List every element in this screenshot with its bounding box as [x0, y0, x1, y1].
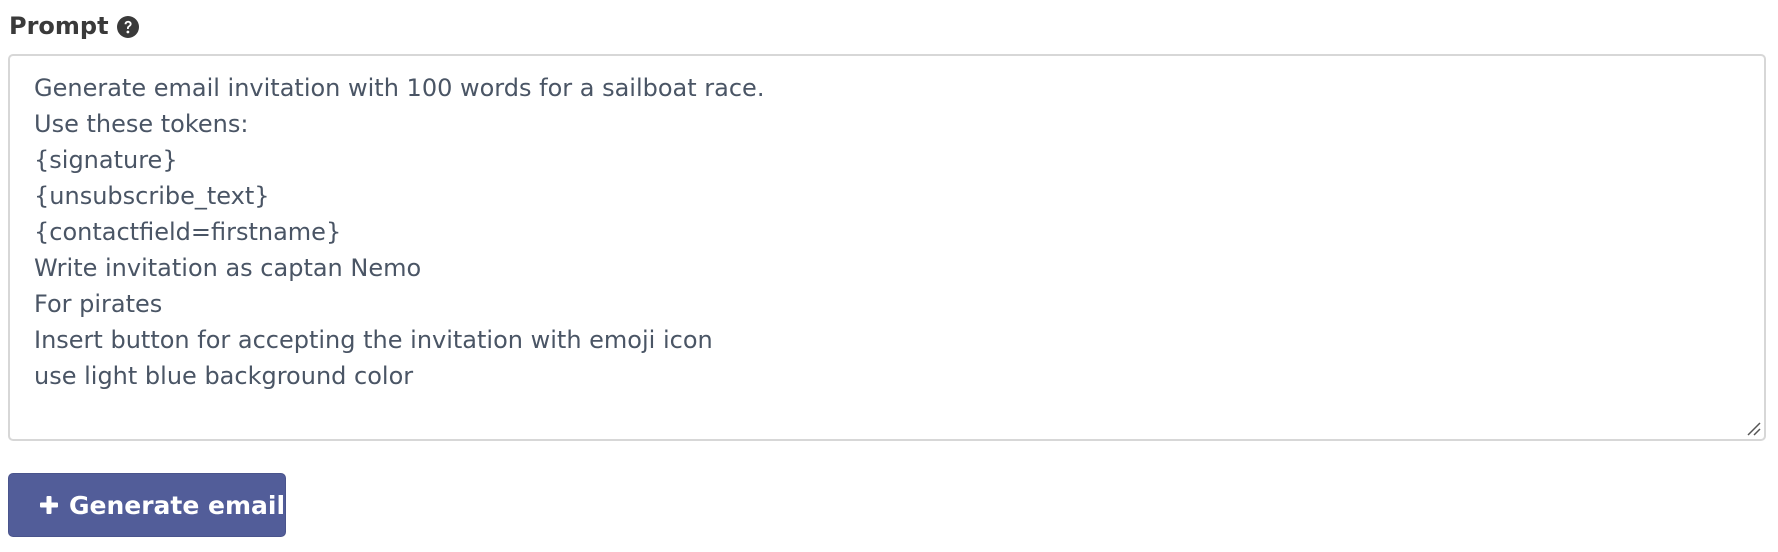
plus-icon [39, 495, 59, 515]
prompt-textarea-container: Generate email invitation with 100 words… [8, 54, 1766, 441]
question-circle-icon[interactable] [116, 15, 140, 39]
generate-email-label: Generate email [69, 490, 286, 520]
resize-handle-icon[interactable] [1745, 420, 1761, 436]
prompt-textarea[interactable]: Generate email invitation with 100 words… [10, 56, 1764, 439]
prompt-label: Prompt [9, 12, 109, 40]
generate-email-button[interactable]: Generate email [8, 473, 286, 537]
prompt-label-row: Prompt [9, 8, 140, 44]
